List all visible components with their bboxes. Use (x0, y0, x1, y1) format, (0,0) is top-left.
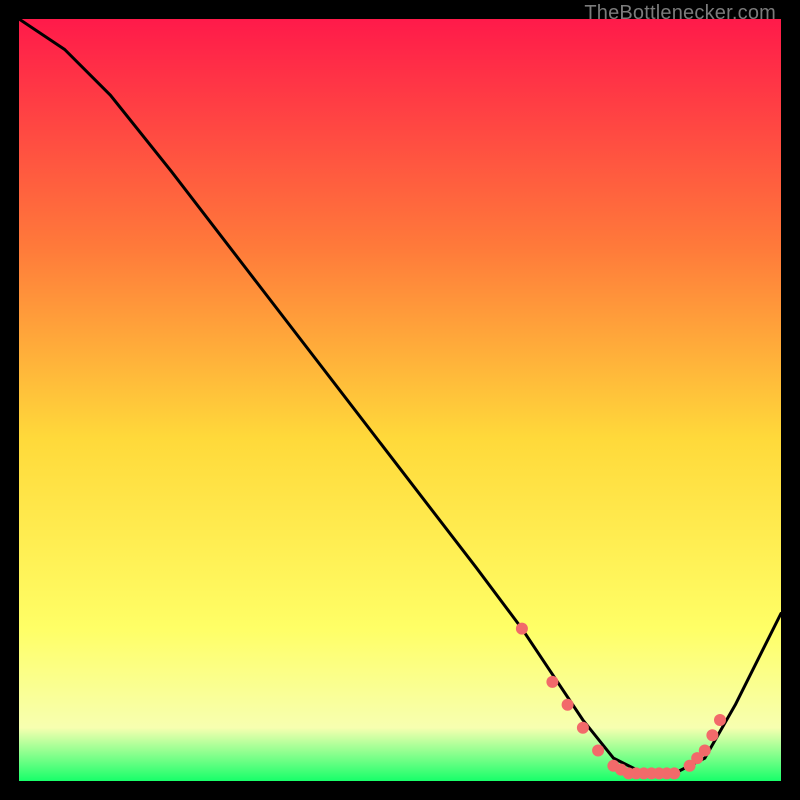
curve-marker (546, 676, 558, 688)
curve-marker (699, 745, 711, 757)
chart-frame (19, 19, 781, 781)
curve-marker (516, 623, 528, 635)
bottleneck-chart (19, 19, 781, 781)
curve-marker (562, 699, 574, 711)
curve-marker (592, 745, 604, 757)
curve-marker (577, 722, 589, 734)
curve-marker (714, 714, 726, 726)
curve-marker (668, 767, 680, 779)
curve-marker (706, 729, 718, 741)
chart-background (19, 19, 781, 781)
